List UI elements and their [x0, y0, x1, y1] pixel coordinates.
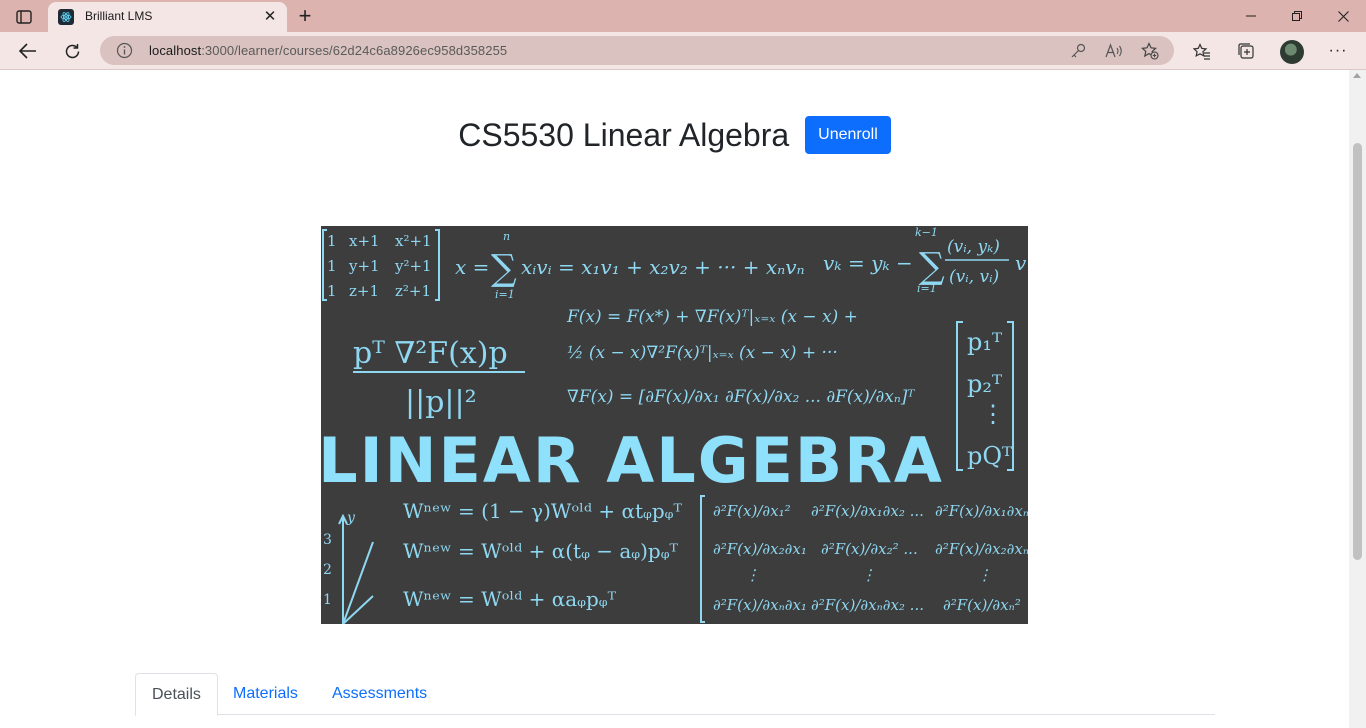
- browser-titlebar: Brilliant LMS ✕ +: [0, 0, 1366, 32]
- read-aloud-icon[interactable]: [1104, 41, 1124, 61]
- svg-text:3: 3: [323, 532, 332, 548]
- minimize-icon: [1246, 15, 1256, 17]
- svg-text:i=1: i=1: [917, 282, 937, 295]
- svg-text:Wⁿᵉʷ = Wᵒˡᵈ + αaᵩpᵩᵀ: Wⁿᵉʷ = Wᵒˡᵈ + αaᵩpᵩᵀ: [403, 587, 617, 611]
- close-icon: [1337, 10, 1349, 22]
- collections-icon[interactable]: [1234, 39, 1258, 63]
- svg-text:k−1: k−1: [915, 226, 938, 239]
- svg-text:∑: ∑: [919, 246, 945, 287]
- svg-text:∑: ∑: [491, 248, 517, 289]
- svg-text:∂²F(x)/∂x₂² ...: ∂²F(x)/∂x₂² ...: [821, 540, 918, 558]
- svg-text:2: 2: [323, 562, 332, 578]
- svg-text:n: n: [503, 230, 510, 243]
- browser-tab[interactable]: Brilliant LMS ✕: [48, 2, 287, 32]
- svg-text:vₖ = yₖ −: vₖ = yₖ −: [823, 251, 913, 275]
- course-image: 1 x+1 x²+1 1 y+1 y²+1 1 z+1 z²+1 x = ∑ n i=1 x…: [321, 226, 1028, 624]
- svg-text:⋮: ⋮: [745, 566, 760, 584]
- more-options-button[interactable]: ···: [1326, 39, 1350, 63]
- svg-text:1: 1: [323, 592, 332, 608]
- svg-text:v: v: [1015, 251, 1027, 275]
- svg-text:⋮: ⋮: [981, 400, 1005, 428]
- svg-text:xᵢvᵢ = x₁v₁ + x₂v₂ + ··· + xₙv: xᵢvᵢ = x₁v₁ + x₂v₂ + ··· + xₙvₙ: [521, 255, 805, 279]
- svg-text:z+1: z+1: [349, 282, 379, 300]
- scroll-thumb[interactable]: [1353, 143, 1362, 560]
- scroll-up-arrow-icon[interactable]: [1353, 73, 1361, 78]
- course-header: CS5530 Linear Algebra Unenroll: [0, 116, 1349, 154]
- banner-heading: LINEAR ALGEBRA: [321, 424, 944, 497]
- svg-text:x =: x =: [455, 255, 489, 279]
- svg-text:⋮: ⋮: [861, 566, 876, 584]
- svg-text:(vᵢ, vᵢ): (vᵢ, vᵢ): [949, 267, 999, 287]
- svg-text:½ (x − x)∇²F(x)ᵀ|ₓ₌ₓ (x − x) +: ½ (x − x)∇²F(x)ᵀ|ₓ₌ₓ (x − x) + ···: [567, 343, 838, 363]
- svg-text:1: 1: [327, 232, 337, 250]
- linear-algebra-chalkboard: 1 x+1 x²+1 1 y+1 y²+1 1 z+1 z²+1 x = ∑ n i=1 x…: [321, 226, 1028, 624]
- tab-materials[interactable]: Materials: [217, 673, 314, 715]
- svg-text:1: 1: [327, 257, 337, 275]
- back-button[interactable]: [12, 35, 44, 67]
- svg-text:Wⁿᵉʷ = (1 − γ)Wᵒˡᵈ + αtᵩpᵩᵀ: Wⁿᵉʷ = (1 − γ)Wᵒˡᵈ + αtᵩpᵩᵀ: [403, 499, 682, 523]
- svg-text:y+1: y+1: [348, 257, 380, 275]
- svg-text:i=1: i=1: [495, 288, 515, 301]
- svg-text:y²+1: y²+1: [394, 257, 432, 275]
- browser-toolbar: localhost:3000/learner/courses/62d24c6a8…: [0, 32, 1366, 70]
- svg-text:∂²F(x)/∂x₁²: ∂²F(x)/∂x₁²: [713, 502, 791, 520]
- svg-text:||p||²: ||p||²: [405, 385, 477, 420]
- restore-icon: [1292, 11, 1302, 21]
- svg-text:z²+1: z²+1: [395, 282, 431, 300]
- minimize-button[interactable]: [1228, 0, 1274, 32]
- svg-text:x²+1: x²+1: [395, 232, 432, 250]
- svg-text:(vᵢ, yₖ): (vᵢ, yₖ): [947, 237, 1000, 257]
- svg-text:∂²F(x)/∂x₂∂x₁: ∂²F(x)/∂x₂∂x₁: [713, 540, 807, 558]
- svg-text:pQᵀ: pQᵀ: [967, 442, 1012, 470]
- svg-text:p₂ᵀ: p₂ᵀ: [967, 370, 1002, 398]
- svg-text:∂²F(x)/∂x₁∂x₂ ...: ∂²F(x)/∂x₁∂x₂ ...: [811, 502, 924, 520]
- svg-text:⋮: ⋮: [977, 566, 992, 584]
- svg-text:∂²F(x)/∂xₙ∂x₂ ...: ∂²F(x)/∂xₙ∂x₂ ...: [811, 596, 924, 614]
- svg-text:F(x) = F(x*) + ∇F(x)ᵀ|ₓ₌ₓ (x −: F(x) = F(x*) + ∇F(x)ᵀ|ₓ₌ₓ (x − x) +: [566, 307, 858, 327]
- address-bar[interactable]: localhost:3000/learner/courses/62d24c6a8…: [100, 36, 1174, 65]
- svg-text:1: 1: [327, 282, 337, 300]
- react-logo-icon: [58, 9, 74, 25]
- restore-button[interactable]: [1274, 0, 1320, 32]
- tab-title: Brilliant LMS: [85, 9, 153, 23]
- url-path: :3000/learner/courses/62d24c6a8926ec958d…: [201, 43, 508, 58]
- favorites-icon[interactable]: [1190, 39, 1214, 63]
- tab-assessments[interactable]: Assessments: [316, 673, 443, 715]
- course-title: CS5530 Linear Algebra: [458, 116, 790, 153]
- tab-details[interactable]: Details: [135, 673, 218, 716]
- tab-close-button[interactable]: ✕: [261, 7, 279, 25]
- refresh-button[interactable]: [56, 35, 88, 67]
- url-text[interactable]: localhost:3000/learner/courses/62d24c6a8…: [149, 43, 507, 58]
- svg-text:∂²F(x)/∂xₙ∂x₁: ∂²F(x)/∂xₙ∂x₁: [713, 596, 807, 614]
- new-tab-button[interactable]: +: [293, 3, 317, 28]
- page-scrollbar[interactable]: [1349, 70, 1366, 728]
- info-icon[interactable]: [116, 42, 133, 59]
- svg-text:∂²F(x)/∂xₙ²: ∂²F(x)/∂xₙ²: [943, 596, 1021, 614]
- svg-text:x+1: x+1: [349, 232, 380, 250]
- arrow-left-icon: [19, 43, 36, 59]
- svg-text:p₁ᵀ: p₁ᵀ: [967, 328, 1002, 356]
- key-icon[interactable]: [1068, 41, 1088, 61]
- unenroll-button[interactable]: Unenroll: [805, 116, 891, 154]
- svg-text:∂²F(x)/∂x₂∂xₙ: ∂²F(x)/∂x₂∂xₙ: [935, 540, 1028, 558]
- svg-text:Wⁿᵉʷ = Wᵒˡᵈ + α(tᵩ − aᵩ)pᵩᵀ: Wⁿᵉʷ = Wᵒˡᵈ + α(tᵩ − aᵩ)pᵩᵀ: [403, 539, 679, 563]
- svg-text:y: y: [346, 510, 356, 526]
- svg-text:∇F(x) = [∂F(x)/∂x₁ ∂F(x)/∂x₂: ∇F(x) = [∂F(x)/∂x₁ ∂F(x)/∂x₂ ... ∂F(x)/∂…: [567, 387, 915, 407]
- tab-actions-button[interactable]: [10, 6, 38, 28]
- course-tabs: Details Materials Assessments: [135, 673, 1215, 716]
- close-window-button[interactable]: [1320, 0, 1366, 32]
- refresh-icon: [65, 43, 79, 58]
- page-content: CS5530 Linear Algebra Unenroll 1 x+1 x²+1 …: [0, 70, 1366, 728]
- url-host: localhost: [149, 43, 202, 58]
- tab-actions-icon: [16, 10, 32, 24]
- svg-text:∂²F(x)/∂x₁∂xₙ: ∂²F(x)/∂x₁∂xₙ: [935, 502, 1028, 520]
- svg-text:pᵀ ∇²F(x)p: pᵀ ∇²F(x)p: [353, 336, 508, 371]
- profile-avatar[interactable]: [1280, 40, 1304, 64]
- add-favorite-icon[interactable]: [1140, 41, 1160, 61]
